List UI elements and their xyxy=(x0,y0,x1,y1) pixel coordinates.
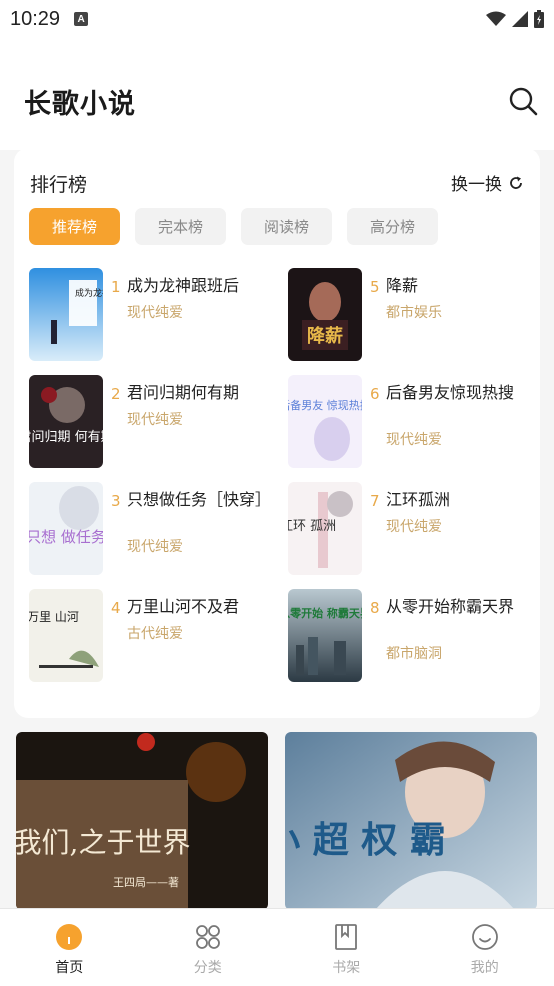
rank-number: 2 xyxy=(111,385,121,403)
book-genre: 都市脑洞 xyxy=(386,646,442,662)
nav-profile[interactable]: 我的 xyxy=(416,909,554,986)
book-item[interactable]: 降薪 5 降薪 都市娱乐 xyxy=(288,268,528,364)
app-title: 长歌小说 xyxy=(24,89,136,120)
cover-text: 万里 山河 xyxy=(29,610,79,624)
book-cover: 从零开始 称霸天界 xyxy=(288,589,362,682)
banner-author: 王四局——著 xyxy=(113,875,179,889)
cell-signal-icon xyxy=(512,11,528,27)
cover-text: 从零开始 称霸天界 xyxy=(288,606,362,620)
banner-text: 小 超 权 霸 xyxy=(285,820,446,861)
tab-completed[interactable]: 完本榜 xyxy=(135,208,226,245)
book-cover: 万里 山河 xyxy=(29,589,103,682)
book-genre: 现代纯爱 xyxy=(127,539,183,555)
nav-category[interactable]: 分类 xyxy=(139,909,278,986)
cover-text: 君问归期 何有期 xyxy=(29,429,103,445)
cover-text: 降薪 xyxy=(307,325,343,347)
nav-label: 分类 xyxy=(193,960,222,976)
book-cover: 降薪 xyxy=(288,268,362,361)
rank-number: 8 xyxy=(370,599,380,617)
cover-text: 成为龙神 跟班后 xyxy=(75,287,103,299)
book-item[interactable]: 万里 山河 4 万里山河不及君 古代纯爱 xyxy=(29,589,269,685)
banner-card[interactable]: 小 超 权 霸 xyxy=(285,732,537,910)
category-icon xyxy=(195,925,220,949)
banner-row: 我们,之于世界 王四局——著 小 超 权 霸 xyxy=(16,732,538,910)
book-title: 降薪 xyxy=(386,276,419,295)
app-header: 长歌小说 xyxy=(0,38,554,150)
banner-card[interactable]: 我们,之于世界 王四局——著 xyxy=(16,732,268,910)
book-genre: 都市娱乐 xyxy=(386,305,442,321)
wifi-icon xyxy=(486,11,506,26)
book-genre: 现代纯爱 xyxy=(127,305,183,321)
book-cover: 君问归期 何有期 xyxy=(29,375,103,468)
banner-text: 我们,之于世界 xyxy=(16,826,190,859)
book-item[interactable]: 只想 做任务 3 只想做任务［快穿］ 现代纯爱 xyxy=(29,482,272,578)
nav-bookshelf[interactable]: 书架 xyxy=(277,909,416,986)
refresh-icon xyxy=(510,176,522,189)
book-item[interactable]: 成为龙神 跟班后 1 成为龙神跟班后 现代纯爱 xyxy=(29,268,269,364)
cover-text: 江环 孤洲 xyxy=(288,519,336,534)
bookshelf-icon xyxy=(335,924,358,950)
book-item[interactable]: 君问归期 何有期 2 君问归期何有期 现代纯爱 xyxy=(29,375,269,471)
tab-high-score[interactable]: 高分榜 xyxy=(347,208,438,245)
book-cover: 成为龙神 跟班后 xyxy=(29,268,103,361)
book-genre: 现代纯爱 xyxy=(127,412,183,428)
book-item[interactable]: 从零开始 称霸天界 8 从零开始称霸天界 都市脑洞 xyxy=(288,589,528,685)
tab-reading[interactable]: 阅读榜 xyxy=(241,208,332,245)
rank-number: 1 xyxy=(111,278,121,296)
profile-icon xyxy=(471,924,498,950)
rank-number: 3 xyxy=(111,492,121,510)
nav-label: 我的 xyxy=(470,960,499,976)
rank-number: 6 xyxy=(370,385,380,403)
book-title: 从零开始称霸天界 xyxy=(386,597,515,616)
ranking-card: 排行榜 换一换 推荐榜 完本榜 阅读榜 高分榜 成为龙神 跟班后 1 成为龙神跟… xyxy=(14,148,540,718)
cover-text: 只想 做任务 xyxy=(29,528,103,546)
nav-home[interactable]: 首页 xyxy=(0,909,139,986)
home-icon xyxy=(56,924,83,950)
ranking-title: 排行榜 xyxy=(30,174,88,196)
status-icons xyxy=(486,10,544,28)
book-cover: 江环 孤洲 xyxy=(288,482,362,575)
rank-number: 7 xyxy=(370,492,380,510)
book-item[interactable]: 江环 孤洲 7 江环孤洲 现代纯爱 xyxy=(288,482,528,578)
cover-text: 后备男友 惊现热搜 xyxy=(288,398,362,412)
book-genre: 古代纯爱 xyxy=(127,626,183,642)
rank-number: 4 xyxy=(111,599,121,617)
status-bar: 10:29 A xyxy=(0,0,554,38)
book-title: 成为龙神跟班后 xyxy=(127,276,240,295)
bottom-nav: 首页 分类 书架 我的 xyxy=(0,908,554,986)
book-title: 只想做任务［快穿］ xyxy=(127,490,272,509)
book-title: 江环孤洲 xyxy=(386,490,451,509)
search-icon[interactable] xyxy=(506,84,540,118)
swap-button[interactable]: 换一换 xyxy=(451,170,524,195)
swap-label: 换一换 xyxy=(451,175,502,195)
tab-recommend[interactable]: 推荐榜 xyxy=(29,208,120,245)
book-title: 后备男友惊现热搜 xyxy=(386,383,515,402)
book-item[interactable]: 后备男友 惊现热搜 6 后备男友惊现热搜 现代纯爱 xyxy=(288,375,528,471)
book-cover: 后备男友 惊现热搜 xyxy=(288,375,362,468)
nav-label: 首页 xyxy=(55,960,84,976)
book-title: 君问归期何有期 xyxy=(127,383,240,402)
notification-icon: A xyxy=(74,12,89,26)
book-title: 万里山河不及君 xyxy=(127,597,240,616)
ranking-tabs: 推荐榜 完本榜 阅读榜 高分榜 xyxy=(29,208,438,245)
book-cover: 只想 做任务 xyxy=(29,482,103,575)
book-genre: 现代纯爱 xyxy=(386,519,442,535)
book-genre: 现代纯爱 xyxy=(386,432,442,448)
nav-label: 书架 xyxy=(332,960,361,976)
rank-number: 5 xyxy=(370,278,380,296)
battery-icon xyxy=(534,10,544,28)
status-time: 10:29 xyxy=(10,7,61,30)
